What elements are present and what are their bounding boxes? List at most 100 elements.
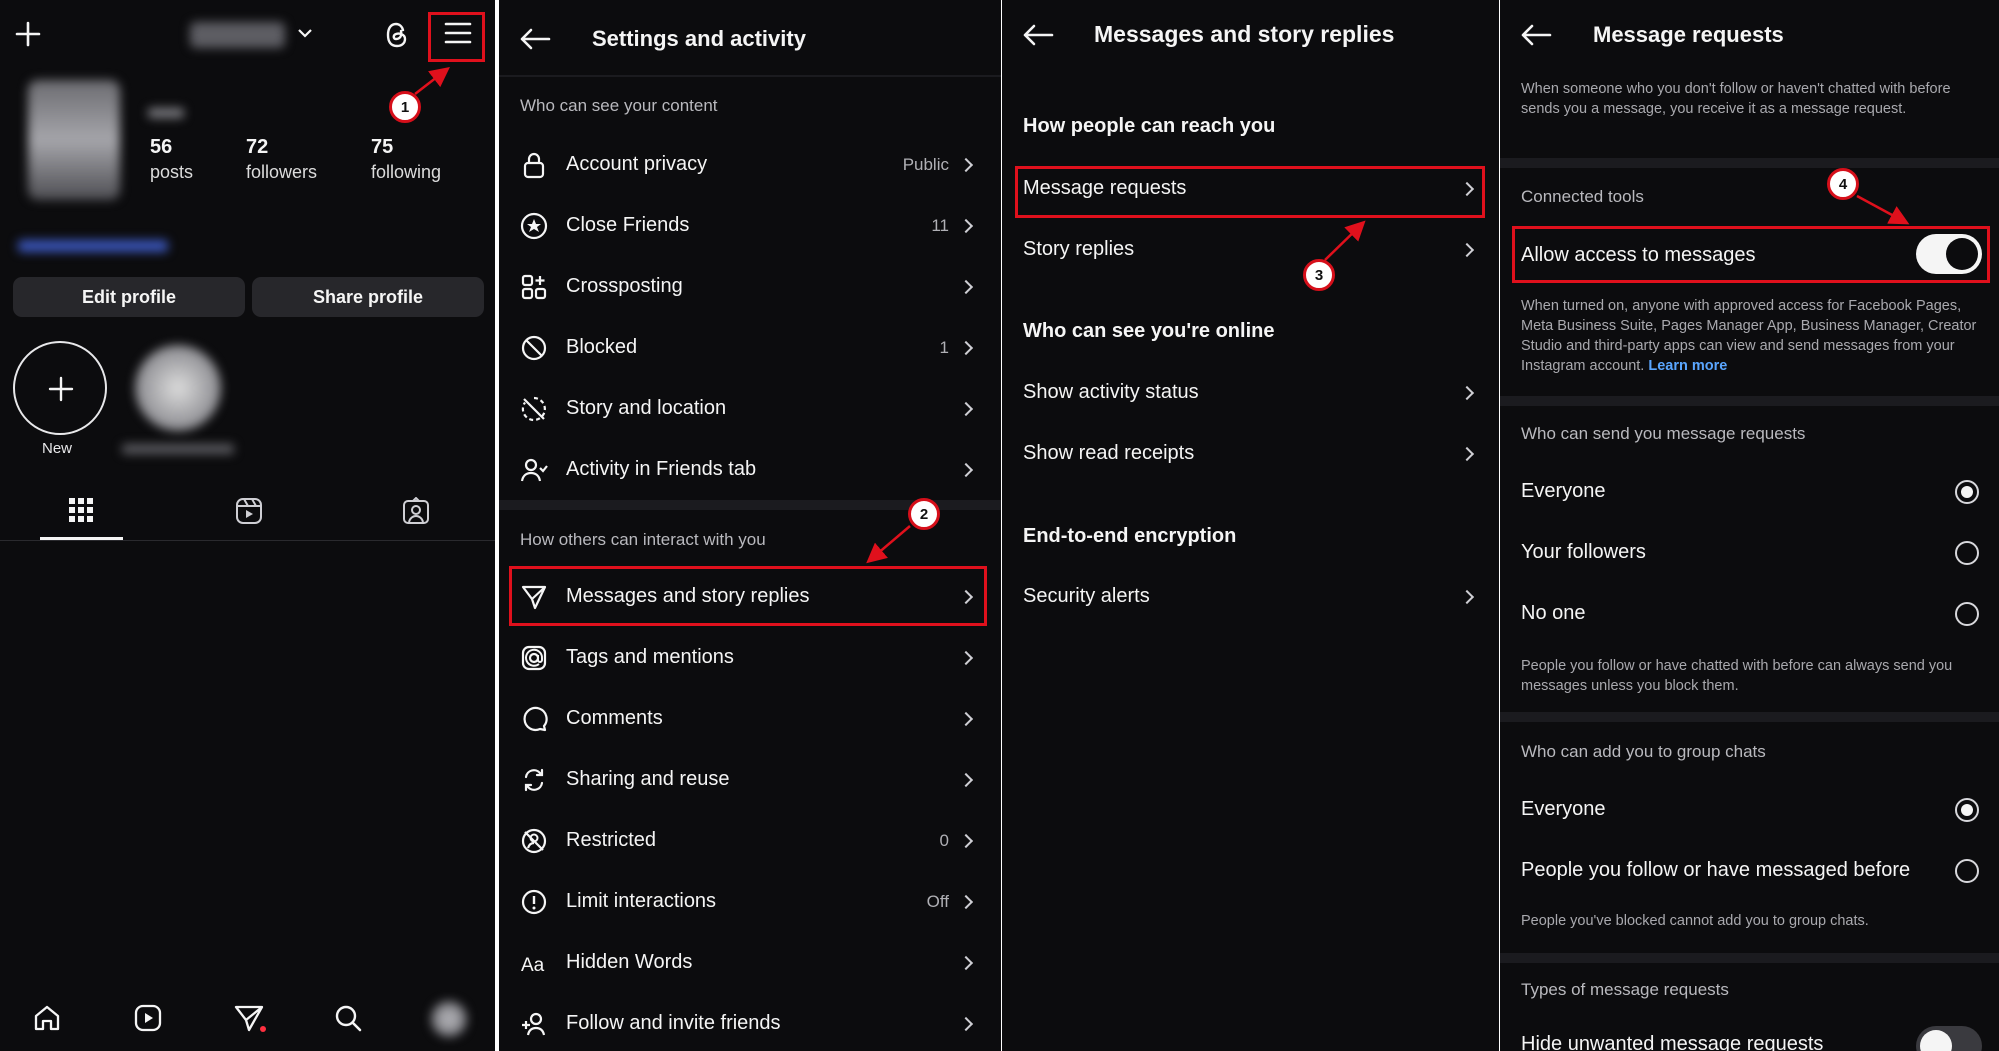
tutorial-composite: 56 posts 72 followers 75 following Edit … [0,0,1999,1051]
profile-picture-blurred[interactable] [28,80,120,200]
reels-icon[interactable] [235,497,263,525]
row-value: 11 [931,216,949,235]
tagged-icon[interactable] [402,497,430,525]
edit-profile-button[interactable]: Edit profile [13,277,245,317]
hide-unwanted-label: Hide unwanted message requests [1521,1033,1824,1051]
bio-link-blurred[interactable] [18,240,168,252]
following-count[interactable]: 75 [371,136,393,159]
settings-row-blocked[interactable]: Blocked 1 [499,324,1001,372]
settings-row-hidden-words[interactable]: Aa Hidden Words [499,939,1001,987]
row-label: Story replies [1023,238,1135,260]
row-value: 0 [939,831,949,850]
reels-nav-icon[interactable] [133,1003,163,1033]
highlight-label-blurred [122,444,234,454]
settings-row-sharing-and-reuse[interactable]: Sharing and reuse [499,756,1001,804]
grid-icon[interactable] [68,497,94,523]
radio-button[interactable] [1955,859,1979,883]
profile-panel: 56 posts 72 followers 75 following Edit … [0,0,495,1051]
settings-row-comments[interactable]: Comments [499,695,1001,743]
row-label: Limit interactions [566,890,717,912]
row-label: Story and location [566,397,727,419]
radio-label: Everyone [1521,480,1606,502]
chevron-down-icon[interactable] [297,27,313,39]
messages-icon[interactable] [233,1003,267,1033]
plus-icon [48,376,74,402]
settings-row-show-read-receipts[interactable]: Show read receipts [1002,430,1499,478]
settings-row-story-and-location[interactable]: Story and location [499,385,1001,433]
back-arrow-icon[interactable] [1022,24,1054,46]
group-note: People you've blocked cannot add you to … [1521,913,1869,929]
radio-button[interactable] [1955,602,1979,626]
hide-unwanted-toggle[interactable] [1916,1026,1982,1051]
settings-row-follow-and-invite-friends[interactable]: Follow and invite friends [499,1000,1001,1048]
threads-icon[interactable] [383,20,411,50]
menu-icon[interactable] [443,20,473,46]
section-divider [1500,396,1999,406]
section-divider [1500,953,1999,963]
chevron-right-icon [1459,181,1475,197]
settings-row-show-activity-status[interactable]: Show activity status [1002,369,1499,417]
chevron-right-icon [1459,242,1475,258]
learn-more-link[interactable]: Learn more [1648,358,1727,374]
settings-row-story-replies[interactable]: Story replies [1002,226,1499,274]
new-highlight-button[interactable] [13,341,107,435]
allow-access-toggle[interactable] [1916,234,1982,274]
radio-option[interactable]: People you follow or have messaged befor… [1500,847,1999,895]
settings-row-message-requests[interactable]: Message requests [1002,165,1499,213]
settings-row-crossposting[interactable]: Crossposting [499,263,1001,311]
radio-option[interactable]: No one [1500,590,1999,638]
story-location-icon [520,395,548,423]
row-label: Crossposting [566,275,683,297]
plus-icon[interactable] [14,20,42,48]
crosspost-icon [520,273,548,301]
radio-button[interactable] [1955,798,1979,822]
page-title: Messages and story replies [1094,21,1395,47]
row-label: Show activity status [1023,381,1199,403]
share-profile-button[interactable]: Share profile [252,277,484,317]
step-marker-2: 2 [908,498,940,530]
settings-row-account-privacy[interactable]: Account privacy Public [499,141,1001,189]
settings-row-messages-and-story-replies[interactable]: Messages and story replies [499,573,1001,621]
following-label[interactable]: following [371,162,441,183]
radio-button[interactable] [1955,480,1979,504]
back-arrow-icon[interactable] [1520,24,1552,46]
highlight-blurred[interactable] [135,345,221,431]
lock-icon [520,151,548,179]
section-encryption: End-to-end encryption [1023,525,1237,547]
row-label: Comments [566,707,663,729]
settings-row-security-alerts[interactable]: Security alerts [1002,573,1499,621]
avatar[interactable] [431,1001,467,1037]
chevron-right-icon [958,589,974,605]
radio-button[interactable] [1955,541,1979,565]
chevron-right-icon [958,711,974,727]
display-name-blurred [148,108,184,118]
row-value: Public [902,155,949,174]
send-note: People you follow or have chatted with b… [1521,658,1953,694]
followers-label[interactable]: followers [246,162,317,183]
search-icon[interactable] [333,1003,363,1033]
chevron-right-icon [958,833,974,849]
share-icon [520,766,548,794]
settings-row-activity-in-friends-tab[interactable]: Activity in Friends tab [499,446,1001,494]
settings-row-close-friends[interactable]: Close Friends 11 [499,202,1001,250]
settings-row-restricted[interactable]: Restricted 0 [499,817,1001,865]
radio-option[interactable]: Everyone [1500,786,1999,834]
radio-option[interactable]: Everyone [1500,468,1999,516]
settings-row-tags-and-mentions[interactable]: Tags and mentions [499,634,1001,682]
row-label: Security alerts [1023,585,1150,607]
page-title: Message requests [1593,22,1784,47]
settings-row-limit-interactions[interactable]: Limit interactions Off [499,878,1001,926]
posts-count[interactable]: 56 [150,136,172,159]
header-divider [499,75,1001,77]
section-how-reach: How people can reach you [1023,115,1276,137]
chevron-right-icon [958,1016,974,1032]
home-icon[interactable] [32,1003,62,1033]
posts-label[interactable]: posts [150,162,193,183]
friends-icon [520,456,548,484]
chevron-right-icon [958,157,974,173]
back-arrow-icon[interactable] [519,28,551,50]
radio-option[interactable]: Your followers [1500,529,1999,577]
followers-count[interactable]: 72 [246,136,268,159]
username-blurred[interactable] [190,22,285,48]
blocked-icon [520,334,548,362]
